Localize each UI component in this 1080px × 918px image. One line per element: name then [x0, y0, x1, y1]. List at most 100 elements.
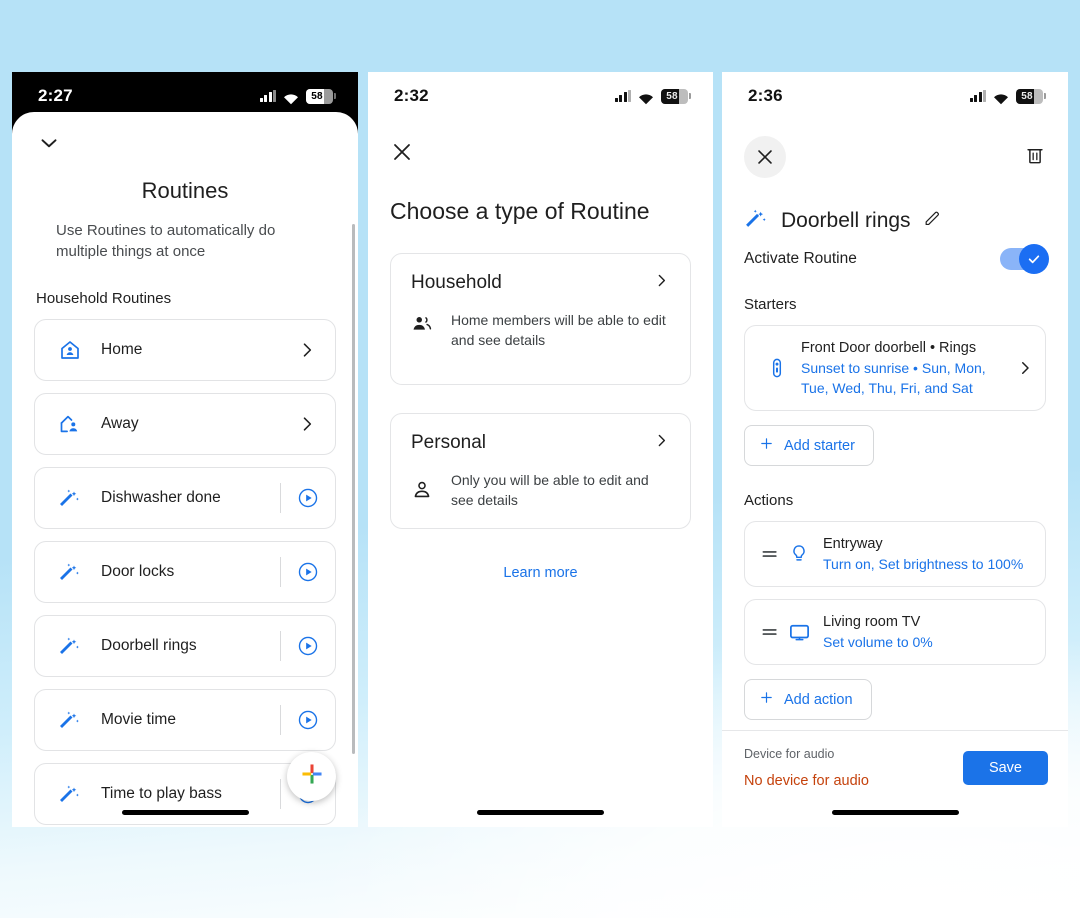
battery-percent: 58 [1021, 90, 1033, 102]
chevron-right-icon[interactable] [653, 432, 670, 454]
play-circle-icon[interactable] [297, 487, 319, 509]
wifi-icon [638, 90, 654, 105]
routine-row-door-locks[interactable]: Door locks [34, 541, 336, 603]
row-divider [280, 557, 281, 587]
routine-row-dishwasher-done[interactable]: Dishwasher done [34, 467, 336, 529]
battery-percent: 58 [311, 90, 323, 102]
add-action-label: Add action [784, 691, 853, 708]
routine-row-away[interactable]: Away [34, 393, 336, 455]
close-x-icon[interactable] [744, 136, 786, 178]
doorbell-device-icon [763, 357, 791, 379]
close-x-icon[interactable] [390, 140, 416, 166]
trash-icon[interactable] [1024, 143, 1046, 172]
action-primary-text: Entryway [823, 536, 883, 552]
play-circle-icon[interactable] [297, 561, 319, 583]
row-divider [280, 483, 281, 513]
row-divider [280, 705, 281, 735]
device-for-audio-value[interactable]: No device for audio [744, 773, 869, 789]
action-card-entryway[interactable]: Entryway Turn on, Set brightness to 100% [744, 521, 1046, 587]
starter-primary-text: Front Door doorbell • Rings [801, 340, 977, 356]
cellular-signal-icon [259, 90, 276, 102]
choose-type-body: Choose a type of Routine Household Home … [368, 140, 713, 581]
magic-wand-icon [744, 206, 769, 236]
starter-secondary-text: Sunset to sunrise • Sun, Mon, Tue, Wed, … [801, 360, 986, 396]
page-title: Choose a type of Routine [390, 198, 650, 224]
chevron-right-icon[interactable] [297, 340, 317, 360]
routine-label: Door locks [101, 563, 175, 580]
card-description: Home members will be able to edit and se… [451, 312, 666, 348]
home-indicator-panel2 [477, 810, 604, 815]
routine-row-movie-time[interactable]: Movie time [34, 689, 336, 751]
routine-label: Away [101, 415, 139, 432]
action-primary-text: Living room TV [823, 614, 921, 630]
card-description: Only you will be able to edit and see de… [451, 472, 649, 508]
play-circle-icon[interactable] [297, 709, 319, 731]
actions-section-label: Actions [744, 492, 794, 509]
cellular-signal-icon [969, 90, 986, 102]
action-secondary-text: Turn on, Set brightness to 100% [823, 556, 1024, 572]
starters-section-label: Starters [744, 296, 797, 313]
routine-label: Doorbell rings [101, 637, 197, 654]
page-subtitle: Use Routines to automatically do multipl… [56, 222, 276, 260]
magic-wand-icon [57, 633, 83, 659]
vertical-scrollbar[interactable] [352, 224, 355, 754]
routine-label: Time to play bass [101, 785, 222, 802]
chevron-right-icon[interactable] [1015, 359, 1035, 377]
tv-icon [785, 621, 813, 644]
routine-row-doorbell-rings[interactable]: Doorbell rings [34, 615, 336, 677]
starter-card-front-door-doorbell[interactable]: Front Door doorbell • Rings Sunset to su… [744, 325, 1046, 411]
routine-row-home[interactable]: Home [34, 319, 336, 381]
status-time: 2:36 [748, 86, 783, 105]
phone-screen-routine-editor: 2:36 58 Doorbell rings Activate Routine … [722, 72, 1068, 827]
chevron-right-icon[interactable] [653, 272, 670, 294]
learn-more-link[interactable]: Learn more [390, 565, 691, 581]
magic-wand-icon [57, 559, 83, 585]
card-title: Household [411, 272, 502, 293]
toggle-knob-check-icon [1019, 244, 1049, 274]
add-action-button[interactable]: Add action [744, 679, 872, 720]
routines-sheet-body: Routines Use Routines to automatically d… [12, 168, 358, 827]
wifi-icon [283, 90, 299, 105]
battery-icon: 58 [661, 88, 688, 104]
save-button[interactable]: Save [962, 751, 1048, 785]
google-plus-add-icon [299, 761, 325, 792]
battery-icon: 58 [306, 88, 333, 104]
status-bar-panel2: 2:32 58 [368, 72, 713, 120]
action-secondary-text: Set volume to 0% [823, 634, 933, 650]
routine-label: Home [101, 341, 143, 358]
device-for-audio-label: Device for audio [744, 747, 835, 761]
magic-wand-icon [57, 781, 83, 807]
drag-handle-icon[interactable] [759, 544, 781, 564]
row-divider [280, 631, 281, 661]
pencil-edit-icon[interactable] [923, 209, 942, 233]
cellular-signal-icon [614, 90, 631, 102]
activate-routine-label: Activate Routine [744, 250, 857, 267]
activate-routine-row[interactable]: Activate Routine [744, 244, 1049, 274]
house-away-person-icon [57, 411, 83, 437]
home-indicator-panel3 [832, 810, 959, 815]
status-time: 2:32 [394, 86, 429, 105]
battery-icon: 58 [1016, 88, 1043, 104]
plus-icon [759, 436, 774, 455]
routine-type-card-household[interactable]: Household Home members will be able to e… [390, 253, 691, 385]
home-indicator-panel1 [122, 810, 249, 815]
chevron-right-icon[interactable] [297, 414, 317, 434]
card-title: Personal [411, 432, 486, 453]
phone-screen-routines-list: 2:27 58 Routines Use Routines to automat… [12, 72, 358, 827]
people-group-icon [411, 310, 433, 335]
status-time: 2:27 [38, 86, 73, 105]
phone-screen-choose-routine-type: 2:32 58 Choose a type of Routine Househo… [368, 72, 713, 827]
routine-name: Doorbell rings [781, 209, 911, 232]
add-starter-button[interactable]: Add starter [744, 425, 874, 466]
chevron-down-icon[interactable] [36, 130, 62, 156]
battery-percent: 58 [666, 90, 678, 102]
add-routine-fab[interactable] [287, 752, 336, 801]
plus-icon [759, 690, 774, 709]
activate-routine-toggle[interactable] [1000, 244, 1049, 274]
play-circle-icon[interactable] [297, 635, 319, 657]
person-icon [411, 479, 433, 501]
home-person-icon [57, 337, 83, 363]
routine-type-card-personal[interactable]: Personal Only you will be able to edit a… [390, 413, 691, 529]
action-card-living-room-tv[interactable]: Living room TV Set volume to 0% [744, 599, 1046, 665]
drag-handle-icon[interactable] [759, 622, 781, 642]
